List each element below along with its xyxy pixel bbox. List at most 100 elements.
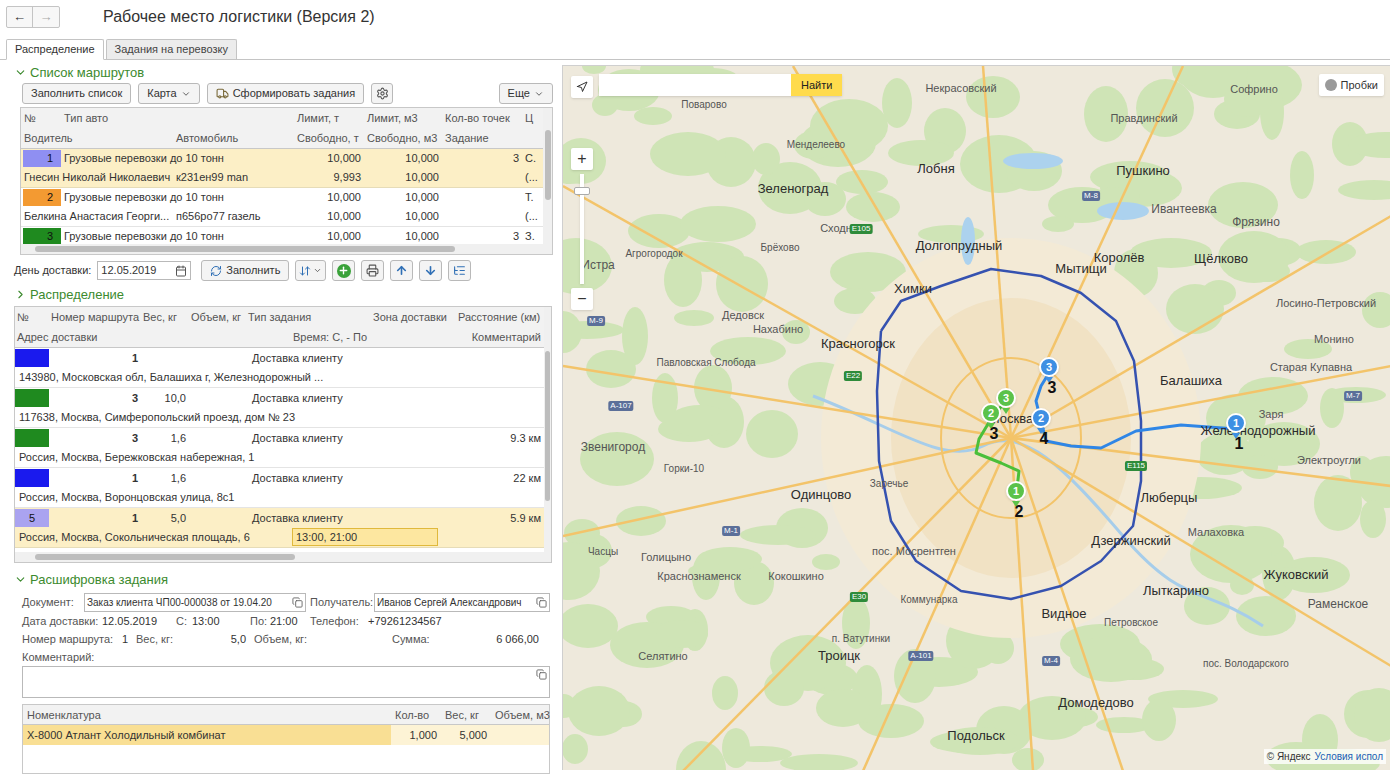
column-header[interactable]: Задание bbox=[442, 128, 522, 148]
column-header[interactable]: Объем, кг bbox=[189, 307, 246, 327]
column-header[interactable]: Автомобиль bbox=[173, 128, 294, 148]
column-header[interactable]: Зона доставки bbox=[371, 307, 456, 327]
date-field[interactable]: 12.05.2019 bbox=[97, 261, 191, 280]
scrollbar-thumb[interactable] bbox=[545, 130, 551, 200]
distribution-section-header[interactable]: Распределение bbox=[14, 286, 553, 303]
road-badge: А-101 bbox=[908, 651, 933, 661]
settings-button[interactable] bbox=[371, 83, 393, 104]
toolbar-button[interactable]: Сформировать задания bbox=[207, 83, 364, 104]
column-header[interactable]: Тип задания bbox=[246, 307, 371, 327]
column-header[interactable]: Комментарий bbox=[439, 327, 544, 347]
move-up-button[interactable] bbox=[390, 260, 413, 281]
table-row[interactable]: 2Грузовые перевозки до 10 тонн10,00010,0… bbox=[21, 188, 543, 227]
horizontal-scrollbar[interactable] bbox=[15, 552, 544, 562]
comment-field[interactable] bbox=[22, 666, 550, 698]
tree-button[interactable] bbox=[448, 260, 471, 281]
column-header[interactable]: № bbox=[15, 307, 49, 327]
map[interactable]: ПоваровоНекрасовскийПравдинскийСофриноМе… bbox=[562, 65, 1390, 770]
tab[interactable]: Задания на перевозку bbox=[106, 39, 237, 59]
place-label: Заречье bbox=[870, 476, 908, 491]
traffic-light-icon bbox=[1325, 79, 1337, 91]
toolbar-button[interactable]: Карта bbox=[138, 83, 199, 104]
routes-section-header[interactable]: Список маршрутов bbox=[14, 64, 553, 81]
map-search: Найти bbox=[599, 74, 842, 96]
print-button[interactable] bbox=[361, 260, 384, 281]
sort-button[interactable] bbox=[295, 260, 326, 281]
cell: 10,000 bbox=[294, 149, 364, 168]
table-row[interactable]: 31,6Доставка клиенту9.3 кмРоссия, Москва… bbox=[15, 428, 544, 468]
cell: Т. bbox=[522, 188, 543, 207]
column-header[interactable]: Объем, м3 bbox=[491, 705, 551, 724]
vertical-scrollbar[interactable] bbox=[543, 108, 552, 254]
zoom-in-button[interactable]: + bbox=[571, 148, 593, 170]
cell bbox=[371, 388, 456, 408]
open-icon[interactable] bbox=[292, 597, 303, 608]
open-icon[interactable] bbox=[536, 669, 547, 680]
field-label: Вес, кг: bbox=[136, 631, 184, 648]
toolbar-button[interactable]: Еще bbox=[499, 83, 553, 104]
terms-link[interactable]: Условия испол bbox=[1315, 749, 1383, 764]
vertical-scrollbar[interactable] bbox=[544, 307, 551, 562]
zoom-thumb[interactable] bbox=[574, 187, 590, 195]
route-marker[interactable]: 3 bbox=[996, 388, 1016, 414]
expand-icon[interactable] bbox=[14, 288, 27, 301]
table-row[interactable]: 1Доставка клиенту143980, Московская обл,… bbox=[15, 348, 544, 388]
column-header[interactable]: Кол-во bbox=[391, 705, 441, 724]
field-value: 13:00 bbox=[192, 613, 250, 630]
column-header[interactable]: Лимит, м3 bbox=[364, 108, 442, 128]
toolbar-button[interactable]: Заполнить список bbox=[22, 83, 131, 104]
collapse-icon[interactable] bbox=[14, 573, 27, 586]
scrollbar-thumb[interactable] bbox=[35, 246, 455, 252]
recipient-field[interactable]: Иванов Сергей Александрович bbox=[374, 593, 550, 612]
column-header[interactable]: Свободно, т bbox=[294, 128, 364, 148]
add-button[interactable] bbox=[332, 260, 355, 281]
table-row[interactable]: 11,6Доставка клиенту22 кмРоссия, Москва,… bbox=[15, 468, 544, 508]
fill-button[interactable]: Заполнить bbox=[201, 260, 289, 281]
column-header[interactable]: Свободно, м3 bbox=[364, 128, 442, 148]
horizontal-scrollbar[interactable] bbox=[21, 244, 543, 254]
column-header[interactable]: Тип авто bbox=[61, 108, 294, 128]
place-label: пос. Володарского bbox=[1203, 656, 1289, 671]
column-header[interactable]: Лимит, т bbox=[294, 108, 364, 128]
table-row[interactable]: 3Грузовые перевозки до 10 тонн10,00010,0… bbox=[21, 227, 543, 244]
details-section-header[interactable]: Расшифровка задания bbox=[14, 571, 553, 588]
column-header[interactable]: Адрес доставки bbox=[15, 327, 291, 347]
column-header[interactable]: Номенклатура bbox=[23, 705, 391, 724]
time-cell[interactable]: 13:00, 21:00 bbox=[292, 528, 438, 546]
place-label: Железнодорожный bbox=[1201, 421, 1316, 441]
move-down-button[interactable] bbox=[419, 260, 442, 281]
cell bbox=[371, 428, 456, 448]
column-header[interactable]: Ц bbox=[522, 108, 544, 128]
table-row[interactable]: 515,0Доставка клиенту5.9 кмРоссия, Москв… bbox=[15, 508, 544, 548]
column-header[interactable]: Номер маршрута bbox=[49, 307, 141, 327]
table-row[interactable]: 1Грузовые перевозки до 10 тонн10,00010,0… bbox=[21, 149, 543, 188]
cell: 1,000 bbox=[391, 725, 441, 745]
forward-button[interactable]: → bbox=[33, 7, 59, 27]
column-header[interactable]: Вес, кг bbox=[441, 705, 491, 724]
copyright: © Яндекс bbox=[1267, 749, 1311, 764]
column-header[interactable]: № bbox=[21, 108, 61, 128]
table-row[interactable]: 310,0Доставка клиенту117638, Москва, Сим… bbox=[15, 388, 544, 428]
column-header[interactable]: Вес, кг bbox=[141, 307, 189, 327]
calendar-icon[interactable] bbox=[175, 265, 187, 277]
scrollbar-thumb[interactable] bbox=[545, 351, 550, 501]
locate-button[interactable] bbox=[571, 76, 593, 98]
column-header[interactable] bbox=[522, 128, 544, 148]
column-header[interactable]: Водитель bbox=[21, 128, 173, 148]
tab[interactable]: Распределение bbox=[6, 39, 104, 60]
zoom-out-button[interactable]: − bbox=[571, 288, 593, 310]
scrollbar-thumb[interactable] bbox=[35, 554, 295, 560]
column-header[interactable]: Кол-во точек bbox=[442, 108, 522, 128]
document-field[interactable]: Заказ клиента ЧП00-000038 от 19.04.20 bbox=[84, 593, 306, 612]
traffic-button[interactable]: Пробки bbox=[1319, 74, 1384, 96]
search-input[interactable] bbox=[599, 74, 791, 96]
zoom-slider[interactable] bbox=[580, 174, 584, 284]
table-row[interactable]: Х-8000 Атлант Холодильный комбинат1,0005… bbox=[23, 725, 549, 745]
button-label: Заполнить bbox=[226, 262, 280, 279]
column-header[interactable]: Расстояние (км) bbox=[456, 307, 544, 327]
back-button[interactable]: ← bbox=[7, 7, 33, 27]
search-button[interactable]: Найти bbox=[791, 74, 842, 96]
open-icon[interactable] bbox=[536, 597, 547, 608]
collapse-icon[interactable] bbox=[14, 66, 27, 79]
column-header[interactable]: Время: С, - По bbox=[291, 327, 439, 347]
